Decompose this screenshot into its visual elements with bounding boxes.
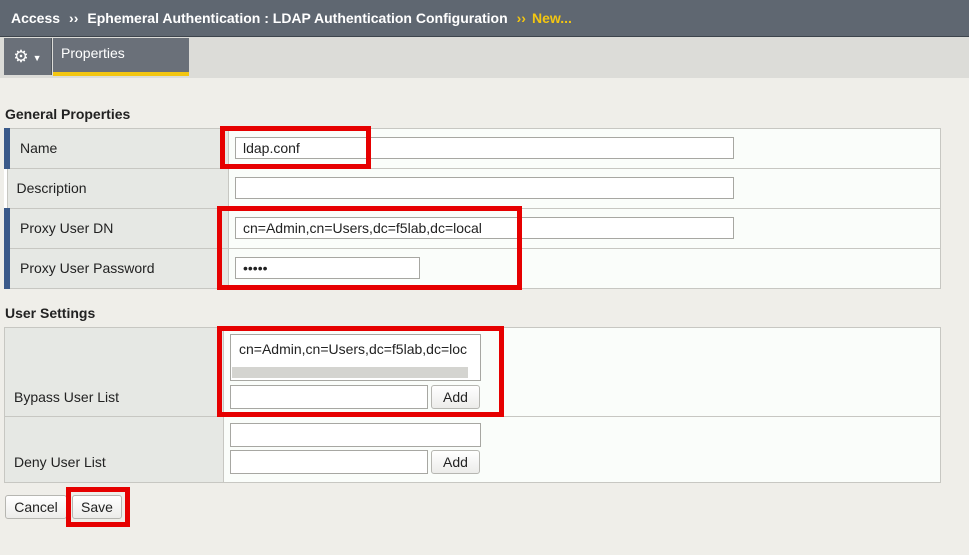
breadcrumb-current: New...	[531, 10, 572, 26]
name-label-cell: Name	[4, 128, 229, 169]
proxy-password-label-cell: Proxy User Password	[4, 248, 229, 289]
name-label: Name	[20, 140, 58, 156]
deny-user-listbox[interactable]	[230, 423, 481, 447]
breadcrumb-path[interactable]: Ephemeral Authentication : LDAP Authenti…	[87, 10, 507, 26]
tab-properties[interactable]: Properties	[53, 38, 189, 76]
bypass-label: Bypass User List	[14, 389, 120, 405]
description-label: Description	[16, 180, 87, 196]
cancel-button[interactable]: Cancel	[5, 495, 67, 519]
general-properties-table: Name Description Proxy User DN Proxy Use…	[4, 128, 941, 289]
name-input[interactable]	[235, 137, 734, 159]
proxy-dn-input[interactable]	[235, 217, 734, 239]
breadcrumb-bar: Access ›› Ephemeral Authentication : LDA…	[0, 0, 969, 37]
horizontal-scrollbar[interactable]	[232, 367, 468, 378]
description-label-cell: Description	[6, 168, 229, 209]
deny-add-button[interactable]: Add	[431, 450, 480, 474]
proxy-dn-label: Proxy User DN	[20, 220, 114, 236]
tab-strip: ⚙ ▼ Properties	[0, 37, 969, 78]
chevron-down-icon: ▼	[32, 53, 42, 63]
breadcrumb-separator-current: ››	[516, 10, 526, 26]
bypass-user-input[interactable]	[230, 385, 428, 409]
proxy-dn-label-cell: Proxy User DN	[4, 208, 229, 249]
deny-label-cell: Deny User List	[4, 416, 224, 483]
breadcrumb-separator: ››	[69, 10, 79, 26]
deny-label: Deny User List	[14, 454, 106, 470]
bypass-user-listbox[interactable]: cn=Admin,cn=Users,dc=f5lab,dc=loc	[230, 334, 481, 381]
gear-menu-button[interactable]: ⚙ ▼	[4, 38, 52, 75]
bypass-label-cell: Bypass User List	[4, 327, 224, 417]
breadcrumb-root[interactable]: Access	[11, 10, 60, 26]
proxy-password-input[interactable]	[235, 257, 420, 279]
description-input[interactable]	[235, 177, 734, 199]
save-button[interactable]: Save	[72, 495, 122, 519]
user-settings-heading: User Settings	[5, 305, 96, 321]
bypass-add-button[interactable]: Add	[431, 385, 480, 409]
list-item[interactable]: cn=Admin,cn=Users,dc=f5lab,dc=loc	[239, 341, 467, 357]
general-properties-heading: General Properties	[5, 106, 131, 122]
gear-icon: ⚙	[13, 47, 29, 66]
deny-user-input[interactable]	[230, 450, 428, 474]
proxy-password-label: Proxy User Password	[20, 260, 155, 276]
user-settings-table: Bypass User List cn=Admin,cn=Users,dc=f5…	[4, 327, 941, 483]
